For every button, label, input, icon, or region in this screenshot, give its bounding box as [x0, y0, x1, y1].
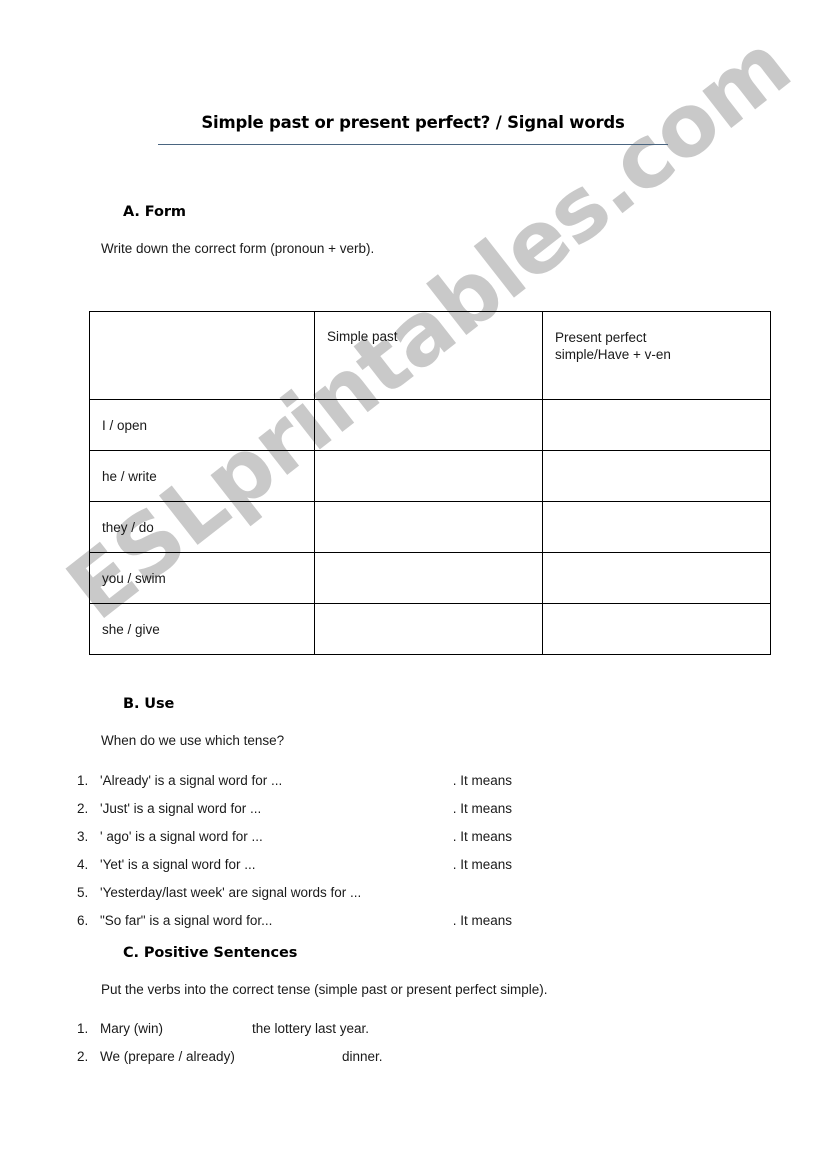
section-c-instruction: Put the verbs into the correct tense (si…	[101, 982, 548, 997]
list-item-number: 2.	[77, 1049, 89, 1064]
list-item-number: 1.	[77, 1021, 89, 1036]
section-c-heading: C. Positive Sentences	[123, 945, 298, 961]
list-item: 5. 'Yesterday/last week' are signal word…	[77, 885, 537, 913]
list-item: 2. We (prepare / already) dinner.	[77, 1049, 537, 1077]
answer-cell-present-perfect-4[interactable]	[542, 552, 771, 604]
list-item: 6. "So far" is a signal word for... . It…	[77, 913, 537, 941]
list-item-text: 'Yesterday/last week' are signal words f…	[100, 885, 362, 900]
section-b-heading: B. Use	[123, 696, 175, 712]
worksheet-page: ESLprintables.com Simple past or present…	[0, 0, 826, 1169]
section-c-list: 1. Mary (win) the lottery last year. 2. …	[77, 1021, 537, 1077]
row-label-5: she / give	[89, 603, 315, 655]
list-item: 1. Mary (win) the lottery last year.	[77, 1021, 537, 1049]
table-row: he / write	[89, 450, 771, 502]
list-item-tail: . It means	[452, 857, 512, 872]
answer-cell-simple-past-5[interactable]	[314, 603, 543, 655]
list-item-tail: . It means	[452, 801, 512, 816]
page-title: Simple past or present perfect? / Signal…	[201, 113, 625, 132]
answer-cell-present-perfect-1[interactable]	[542, 399, 771, 451]
section-a-instruction: Write down the correct form (pronoun + v…	[101, 241, 375, 256]
row-label-1: I / open	[89, 399, 315, 451]
table-row: she / give	[89, 603, 771, 655]
table-row: you / swim	[89, 552, 771, 604]
list-item: 3. ' ago' is a signal word for ... . It …	[77, 829, 537, 857]
list-item-sentence-rest: dinner.	[342, 1049, 383, 1064]
list-item-verb-prompt: We (prepare / already)	[100, 1049, 235, 1064]
answer-cell-simple-past-3[interactable]	[314, 501, 543, 553]
answer-cell-simple-past-4[interactable]	[314, 552, 543, 604]
list-item-sentence-rest: the lottery last year.	[252, 1021, 370, 1036]
table-row: I / open	[89, 399, 771, 451]
list-item-tail: . It means	[452, 829, 512, 844]
list-item: 1. 'Already' is a signal word for ... . …	[77, 773, 537, 801]
table-header-row: Simple past Present perfect simple/Have …	[89, 311, 771, 400]
header-line-1: Present perfect	[555, 330, 647, 345]
answer-cell-present-perfect-3[interactable]	[542, 501, 771, 553]
table-header-simple-past: Simple past	[314, 311, 543, 400]
table-header-present-perfect: Present perfect simple/Have + v-en	[542, 311, 771, 400]
row-label-4: you / swim	[89, 552, 315, 604]
table-row: they / do	[89, 501, 771, 553]
header-line-2: simple/Have + v-en	[555, 347, 671, 363]
title-underline	[158, 144, 668, 145]
answer-cell-present-perfect-2[interactable]	[542, 450, 771, 502]
section-b-list: 1. 'Already' is a signal word for ... . …	[77, 773, 537, 941]
list-item: 2. 'Just' is a signal word for ... . It …	[77, 801, 537, 829]
row-label-3: they / do	[89, 501, 315, 553]
section-a-heading: A. Form	[123, 204, 186, 220]
document-content: Simple past or present perfect? / Signal…	[0, 0, 826, 1169]
list-item: 4. 'Yet' is a signal word for ... . It m…	[77, 857, 537, 885]
form-table: Simple past Present perfect simple/Have …	[89, 311, 771, 655]
answer-cell-present-perfect-5[interactable]	[542, 603, 771, 655]
list-item-tail: . It means	[452, 773, 512, 788]
list-item-number: 5.	[77, 885, 89, 900]
row-label-2: he / write	[89, 450, 315, 502]
section-b-instruction: When do we use which tense?	[101, 733, 285, 748]
table-header-blank	[89, 311, 315, 400]
list-item-tail: . It means	[452, 913, 512, 928]
list-item-verb-prompt: Mary (win)	[100, 1021, 163, 1036]
answer-cell-simple-past-2[interactable]	[314, 450, 543, 502]
answer-cell-simple-past-1[interactable]	[314, 399, 543, 451]
